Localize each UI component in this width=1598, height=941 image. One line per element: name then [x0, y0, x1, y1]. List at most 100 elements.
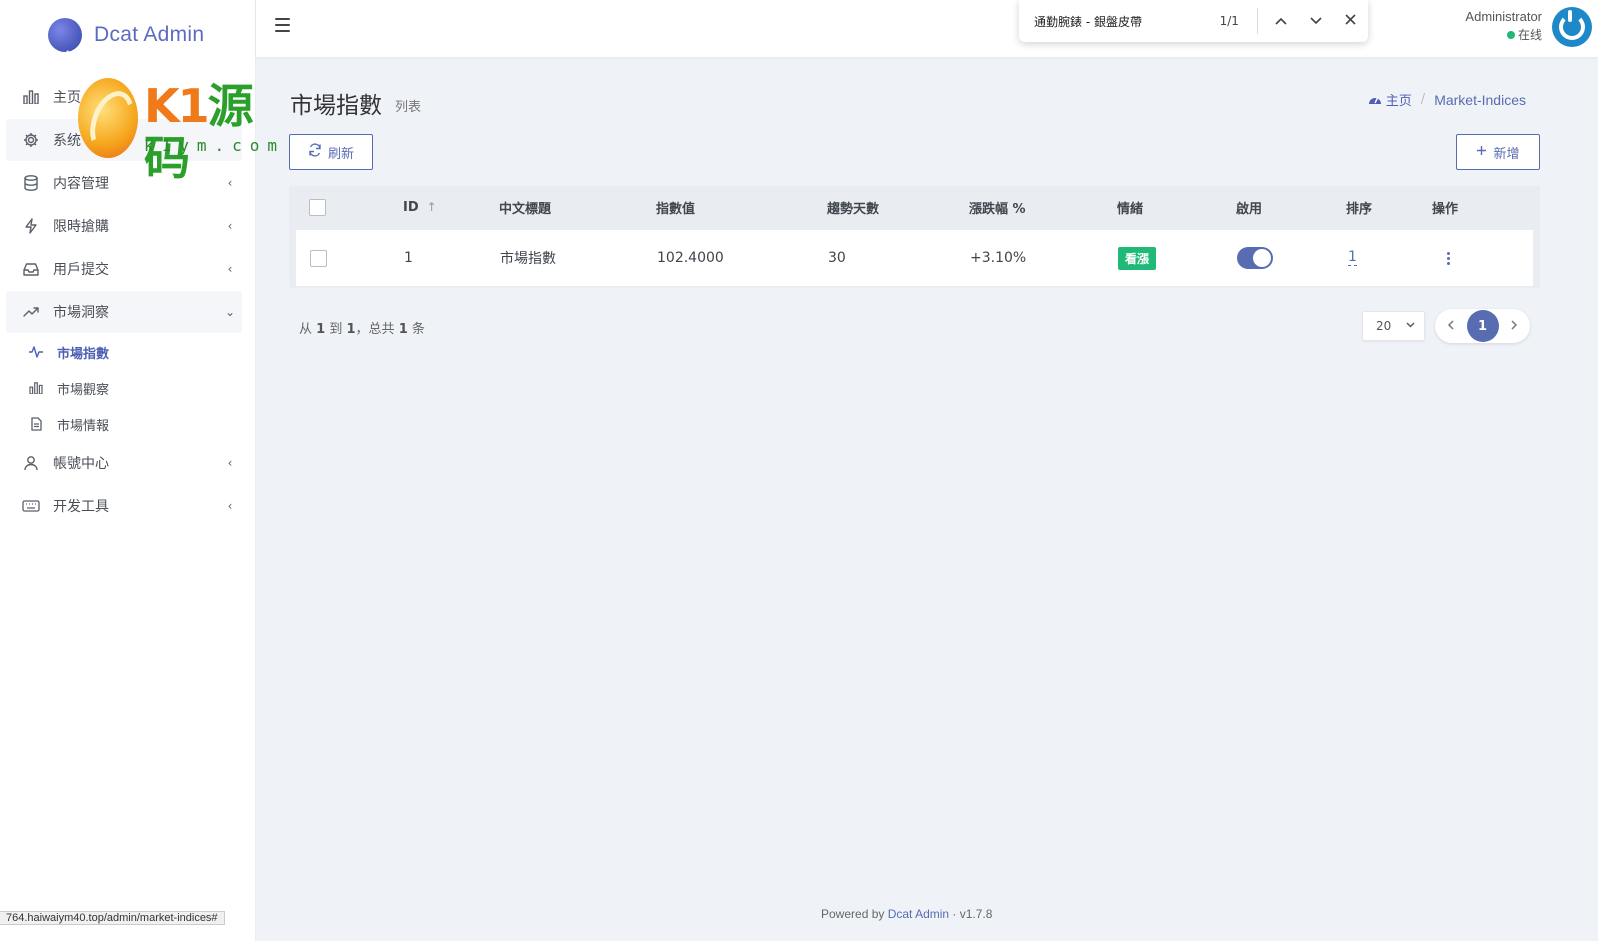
select-all-cell — [309, 186, 326, 228]
brand[interactable]: Dcat Admin — [48, 18, 204, 52]
sidebar-item-account-center[interactable]: 帳號中心 ‹ — [6, 442, 242, 484]
column-header-days: 趨勢天數 — [827, 186, 879, 228]
user-info[interactable]: Administrator 在线 — [1465, 9, 1542, 43]
column-header-id[interactable]: ID ↑ — [403, 186, 437, 228]
cell-enabled — [1237, 230, 1273, 286]
cell-change: +3.10% — [970, 250, 1027, 266]
chevron-left-icon: ‹ — [227, 499, 233, 513]
next-page-button[interactable] — [1511, 319, 1518, 334]
sidebar-item-label: 帳號中心 — [53, 456, 109, 472]
enabled-toggle[interactable] — [1237, 247, 1273, 269]
summary-unit: 条 — [411, 322, 425, 337]
database-icon — [22, 174, 40, 192]
footer-link[interactable]: Dcat Admin — [888, 907, 949, 921]
bar-chart-icon — [29, 379, 43, 397]
pagination-summary: 从 1 到 1，总共 1 条 — [299, 318, 425, 337]
sidebar-item-home[interactable]: 主页 — [6, 76, 242, 118]
brand-name: Dcat Admin — [94, 23, 205, 46]
cell-sentiment: 看漲 — [1118, 230, 1157, 286]
chevron-up-icon — [1275, 17, 1287, 25]
select-all-checkbox[interactable] — [309, 198, 326, 216]
close-icon — [1345, 13, 1356, 25]
column-header-title: 中文標題 — [499, 186, 551, 228]
sidebar-item-user-submissions[interactable]: 用戶提交 ‹ — [6, 248, 242, 290]
chevron-left-icon: ‹ — [227, 456, 233, 470]
sidebar-subitem-market-watch[interactable]: 市場觀察 — [6, 370, 242, 406]
chevron-down-icon: ⌄ — [224, 305, 236, 319]
sort-arrow-icon[interactable]: ↑ — [427, 200, 437, 214]
sidebar-item-market-insight[interactable]: 市場洞察 ⌄ — [6, 291, 242, 333]
chevron-down-icon — [1406, 320, 1415, 331]
row-select-cell — [310, 230, 327, 286]
table-row: 1 市場指數 102.4000 30 +3.10% 看漲 1 — [296, 230, 1533, 286]
column-header-enabled: 啟用 — [1236, 186, 1262, 228]
pulse-icon — [29, 343, 43, 361]
footer-prefix: Powered by — [821, 907, 885, 921]
cell-order: 1 — [1348, 230, 1357, 286]
chevron-right-icon — [1511, 319, 1518, 330]
sidebar-item-flash-sale[interactable]: 限時搶購 ‹ — [6, 205, 242, 247]
sidebar-subitem-market-intel[interactable]: 市場情報 — [6, 406, 242, 442]
column-header-label: ID — [403, 199, 419, 215]
cell-actions — [1447, 230, 1450, 286]
trend-icon — [22, 303, 40, 321]
find-input[interactable]: 通勤腕錶 - 銀盤皮帶 — [1034, 13, 1188, 30]
chevron-down-icon — [1310, 16, 1322, 24]
table-header: ID ↑ 中文標題 指數值 趨勢天數 漲跌幅 % 情緒 啟用 排序 操作 — [289, 186, 1540, 228]
add-button-label: 新增 — [1493, 146, 1520, 162]
cell-days: 30 — [828, 250, 846, 266]
sidebar-item-content[interactable]: 内容管理 ‹ — [6, 162, 242, 204]
breadcrumb-current: Market-Indices — [1434, 91, 1526, 108]
online-dot-icon — [1506, 31, 1515, 39]
avatar[interactable] — [1552, 7, 1592, 47]
sidebar-item-label: 内容管理 — [53, 176, 109, 192]
user-icon — [22, 454, 40, 472]
refresh-button-label: 刷新 — [327, 146, 354, 162]
chevron-left-icon — [1447, 319, 1454, 330]
footer-version: · v1.7.8 — [952, 907, 993, 921]
cell-id: 1 — [404, 250, 413, 266]
more-actions-icon[interactable] — [1447, 251, 1450, 266]
sentiment-badge: 看漲 — [1118, 246, 1157, 270]
sidebar-item-system[interactable]: 系统 — [6, 119, 242, 161]
brand-logo-icon — [48, 18, 82, 52]
order-editable[interactable]: 1 — [1348, 250, 1357, 266]
chevron-left-icon: ‹ — [227, 176, 233, 190]
sidebar-item-label: 主页 — [53, 90, 81, 106]
menu-toggle-icon[interactable] — [275, 18, 290, 32]
column-header-label: 啟用 — [1236, 201, 1263, 217]
dashboard-icon — [1368, 97, 1381, 104]
keyboard-icon — [22, 497, 40, 515]
find-prev-button[interactable] — [1264, 14, 1299, 29]
refresh-button[interactable]: 刷新 — [289, 134, 373, 170]
sidebar-item-dev-tools[interactable]: 开发工具 ‹ — [6, 485, 242, 527]
find-close-button[interactable] — [1333, 13, 1368, 29]
page-title: 市場指數 — [290, 93, 382, 119]
user-status-label: 在线 — [1517, 28, 1542, 42]
power-icon — [1559, 10, 1585, 40]
add-button[interactable]: 新增 — [1456, 134, 1540, 170]
page-number-current[interactable]: 1 — [1466, 310, 1499, 342]
sidebar-subitem-market-indices[interactable]: 市場指數 — [6, 334, 242, 370]
find-match-count: 1/1 — [1219, 14, 1239, 28]
per-page-select[interactable]: 20 — [1362, 311, 1425, 341]
breadcrumb-home[interactable]: 主页 — [1368, 90, 1412, 109]
gear-icon — [22, 131, 40, 149]
plus-icon — [1476, 144, 1487, 160]
find-bar: 通勤腕錶 - 銀盤皮帶 1/1 — [1019, 0, 1368, 42]
column-header-label: 操作 — [1432, 201, 1459, 217]
row-checkbox[interactable] — [310, 249, 327, 267]
sidebar-subitem-label: 市場觀察 — [57, 382, 110, 398]
footer: Powered by Dcat Admin · v1.7.8 — [821, 907, 992, 921]
column-header-actions: 操作 — [1432, 186, 1458, 228]
find-next-button[interactable] — [1299, 14, 1334, 29]
column-header-label: 趨勢天數 — [827, 201, 880, 217]
per-page-value: 20 — [1376, 319, 1392, 333]
inbox-icon — [22, 260, 40, 278]
sidebar-subitem-label: 市場指數 — [57, 346, 110, 362]
summary-from: 从 — [299, 322, 313, 337]
prev-page-button[interactable] — [1447, 319, 1454, 334]
sidebar-item-label: 市場洞察 — [53, 305, 109, 321]
find-divider — [1256, 8, 1258, 34]
top-navbar: Administrator 在线 — [256, 0, 1598, 57]
